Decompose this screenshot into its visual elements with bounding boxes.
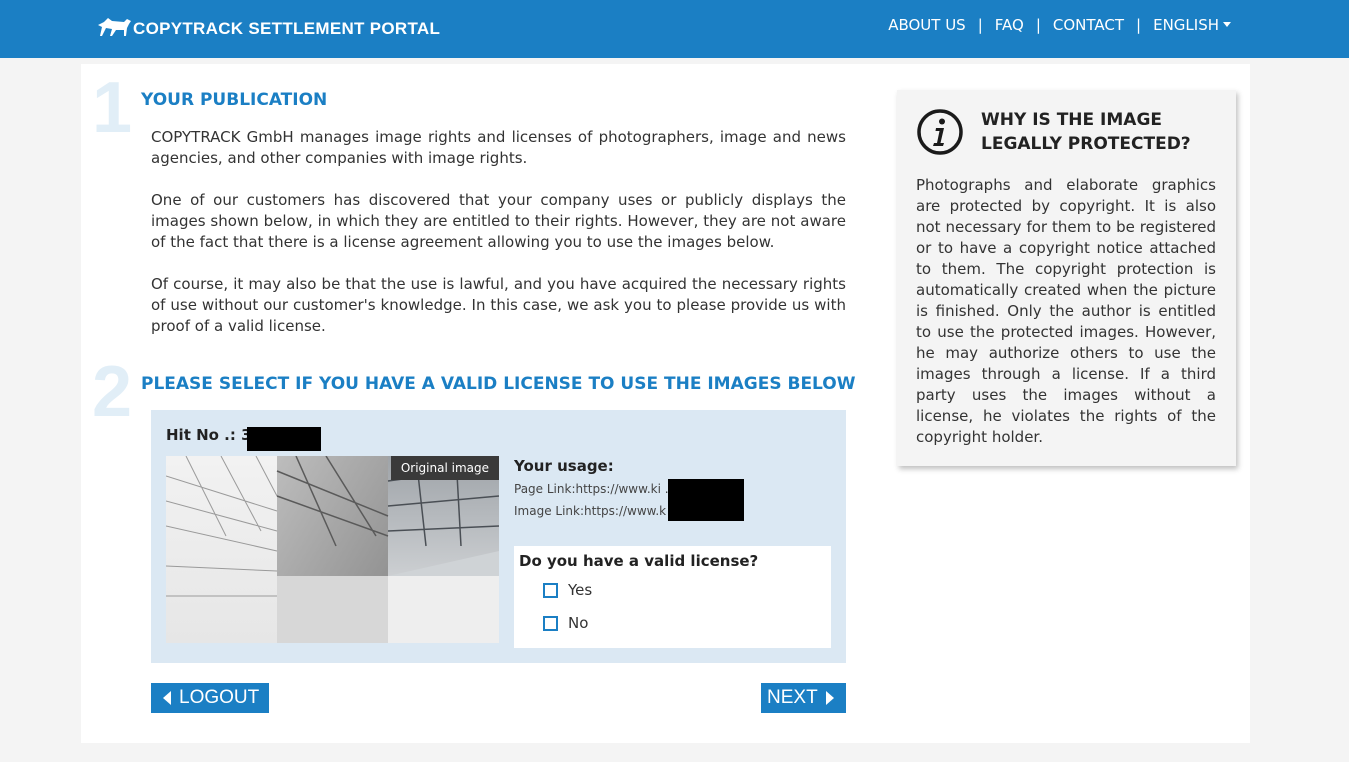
info-icon [917, 109, 963, 155]
nav-separator: | [1136, 16, 1142, 34]
language-dropdown[interactable]: ENGLISH [1153, 16, 1231, 34]
top-navbar: COPYTRACK SETTLEMENT PORTAL ABOUT US | F… [0, 0, 1349, 58]
discovery-paragraph: One of our customers has discovered that… [151, 191, 846, 251]
original-image-badge: Original image [390, 456, 499, 480]
logout-button[interactable]: LOGOUT [151, 683, 269, 713]
redaction-block [668, 479, 744, 521]
caret-down-icon [1223, 22, 1231, 27]
brand-name: COPYTRACK SETTLEMENT PORTAL [133, 18, 441, 38]
info-text: Photographs and elaborate graphics are p… [916, 176, 1216, 446]
brand-logo[interactable]: COPYTRACK SETTLEMENT PORTAL [96, 14, 440, 40]
info-title: WHY IS THE IMAGE LEGALLY PROTECTED? [981, 110, 1191, 154]
license-option-no[interactable]: No [543, 614, 588, 632]
checkbox-icon[interactable] [543, 615, 558, 631]
caret-left-icon [163, 691, 171, 705]
main-nav: ABOUT US | FAQ | CONTACT | ENGLISH [888, 16, 1231, 34]
section-title-license: PLEASE SELECT IF YOU HAVE A VALID LICENS… [141, 374, 856, 394]
usage-title: Your usage: [514, 457, 614, 475]
option-label: Yes [568, 581, 593, 599]
dog-logo-icon [98, 18, 131, 36]
section-title-publication: YOUR PUBLICATION [141, 90, 328, 110]
lawful-use-paragraph: Of course, it may also be that the use i… [151, 275, 846, 335]
license-option-yes[interactable]: Yes [543, 581, 592, 599]
nav-separator: | [1035, 16, 1041, 34]
intro-paragraph: COPYTRACK GmbH manages image rights and … [151, 128, 846, 167]
option-label: No [568, 614, 589, 632]
language-label: ENGLISH [1153, 16, 1219, 34]
redaction-block [247, 427, 321, 451]
nav-faq[interactable]: FAQ [995, 16, 1024, 34]
next-label: NEXT [767, 687, 818, 708]
nav-separator: | [977, 16, 983, 34]
warehouse-photo [166, 456, 499, 643]
original-image[interactable]: Original image [166, 456, 499, 643]
page-link[interactable]: Page Link:https://www.ki .tw/ [514, 482, 687, 496]
nav-contact[interactable]: CONTACT [1053, 16, 1124, 34]
nav-about-us[interactable]: ABOUT US [888, 16, 966, 34]
checkbox-icon[interactable] [543, 582, 558, 598]
next-button[interactable]: NEXT [761, 683, 846, 713]
license-question: Do you have a valid license? [519, 552, 759, 570]
logout-label: LOGOUT [179, 687, 260, 708]
step-number-2: 2 [92, 352, 133, 432]
caret-right-icon [825, 691, 834, 705]
license-question-box: Do you have a valid license? Yes No [514, 546, 831, 648]
step-number-1: 1 [92, 68, 133, 148]
